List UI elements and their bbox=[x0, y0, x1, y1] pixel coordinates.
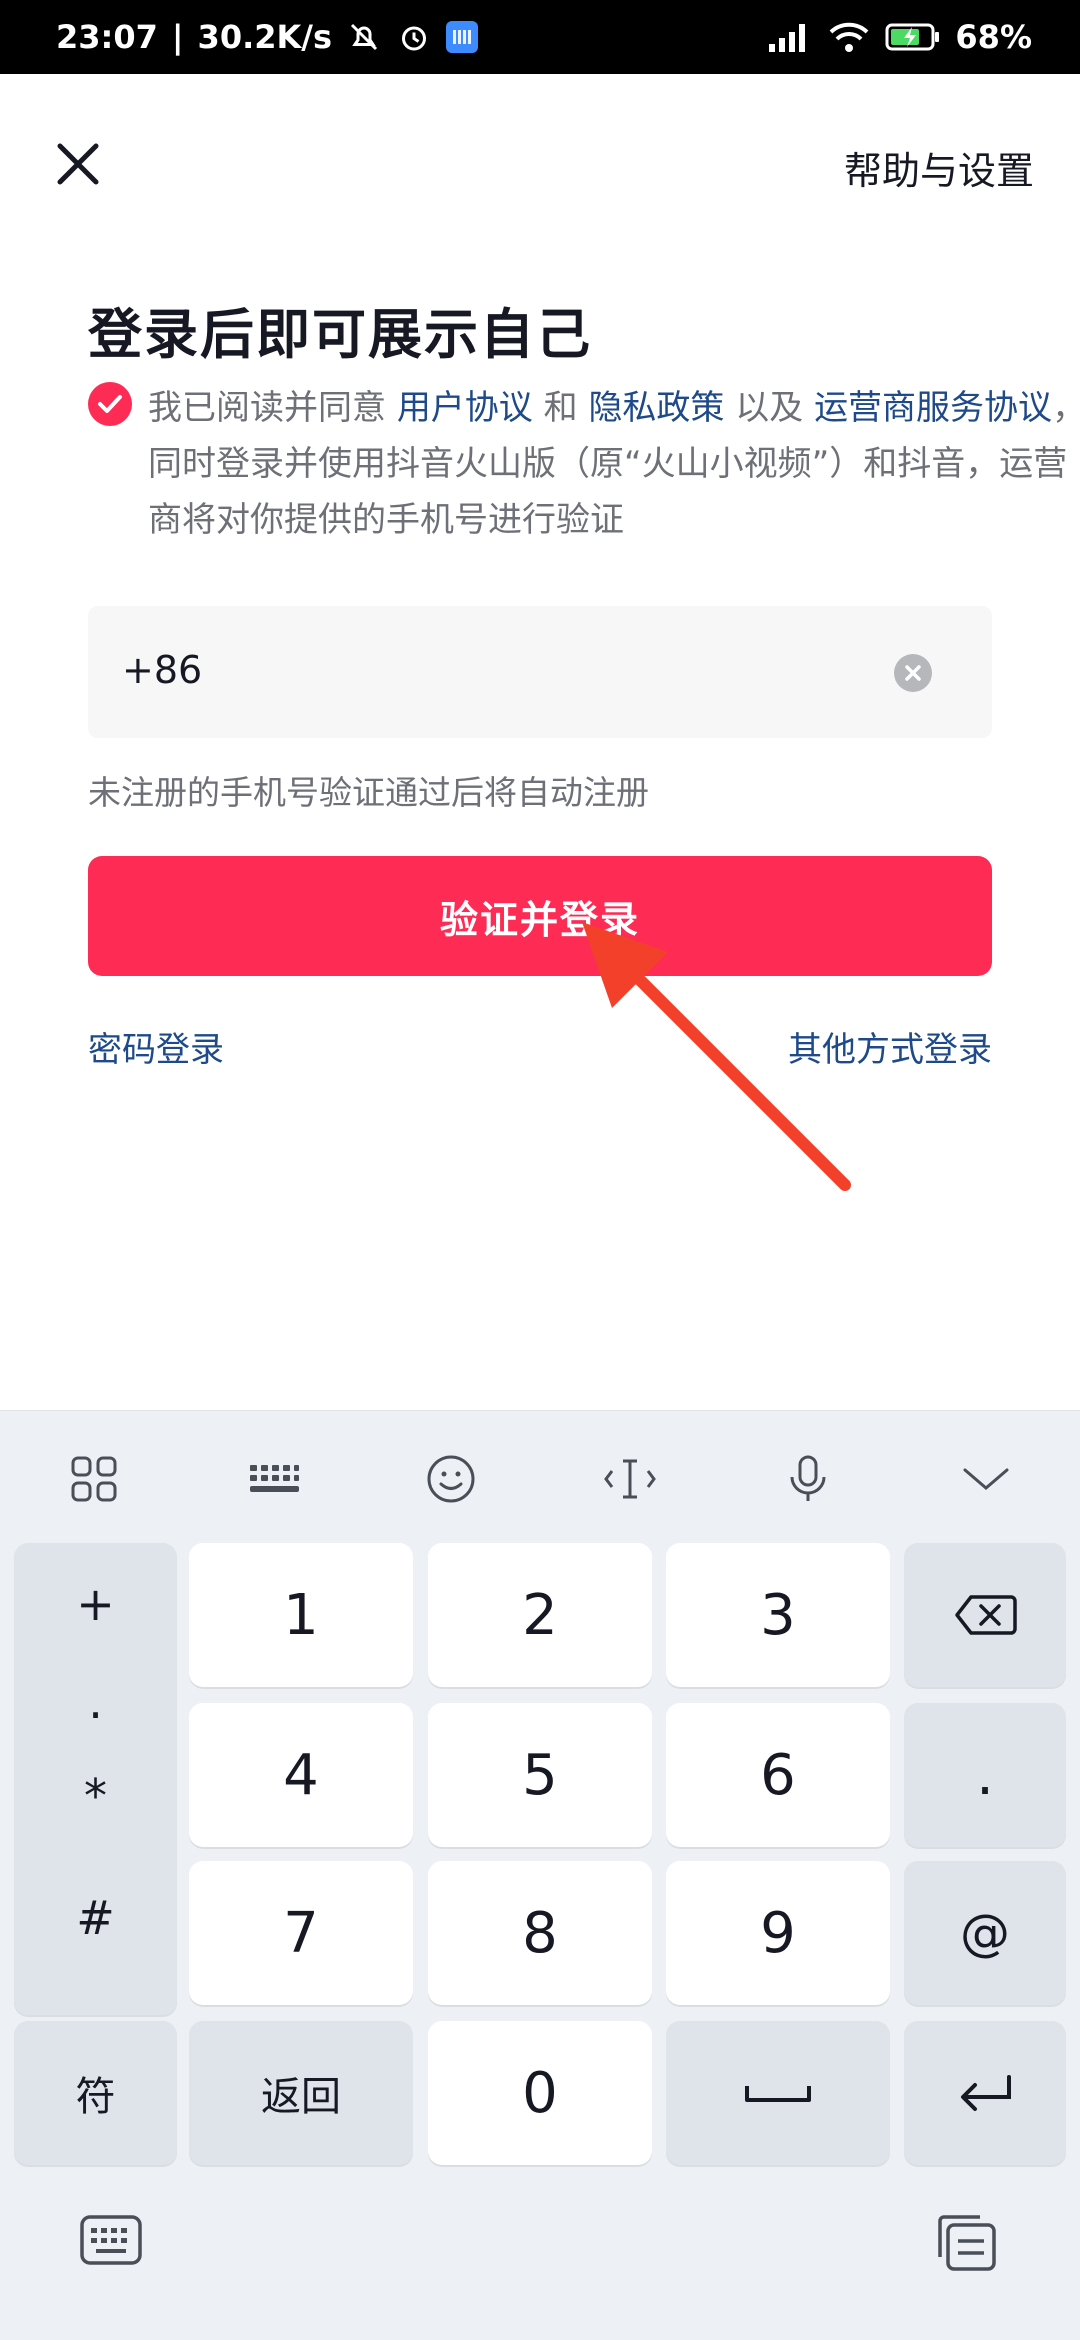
password-login-link[interactable]: 密码登录 bbox=[88, 1022, 224, 1071]
agreement-checkbox[interactable] bbox=[88, 382, 132, 426]
emoji-icon[interactable] bbox=[423, 1451, 479, 1507]
agreement-text-2: 和 bbox=[532, 388, 589, 428]
space-key[interactable] bbox=[666, 2021, 890, 2165]
wifi-icon bbox=[830, 22, 869, 52]
key-6[interactable]: 6 bbox=[666, 1703, 890, 1847]
help-settings-link[interactable]: 帮助与设置 bbox=[844, 140, 1034, 195]
keyboard-layout-icon[interactable] bbox=[246, 1451, 302, 1507]
apps-grid-icon[interactable] bbox=[66, 1451, 122, 1507]
key-4[interactable]: 4 bbox=[189, 1703, 413, 1847]
page-title: 登录后即可展示自己 bbox=[88, 303, 592, 366]
enter-icon bbox=[961, 2075, 1011, 2111]
backspace-icon bbox=[955, 1595, 1017, 1635]
cursor-move-icon[interactable] bbox=[602, 1451, 658, 1507]
clear-input-button[interactable] bbox=[894, 654, 932, 692]
collapse-keyboard-icon[interactable] bbox=[958, 1451, 1014, 1507]
key-0[interactable]: 0 bbox=[428, 2021, 652, 2165]
close-icon bbox=[57, 143, 99, 185]
battery-level: 68% bbox=[955, 18, 1032, 56]
agreement-text-1: 我已阅读并同意 bbox=[148, 388, 397, 428]
carrier-agreement-link[interactable]: 运营商服务协议 bbox=[814, 388, 1052, 428]
key-8[interactable]: 8 bbox=[428, 1861, 652, 2005]
key-2[interactable]: 2 bbox=[428, 1543, 652, 1687]
symbol-star[interactable]: * bbox=[14, 1769, 177, 1823]
microphone-icon[interactable] bbox=[780, 1451, 836, 1507]
status-bar: 23:07 | 30.2K/s 68% bbox=[0, 0, 1080, 74]
enter-key[interactable] bbox=[904, 2021, 1066, 2165]
mute-bell-icon bbox=[350, 23, 378, 51]
clear-icon bbox=[905, 665, 921, 681]
verify-login-button[interactable]: 验证并登录 bbox=[88, 856, 992, 976]
key-3[interactable]: 3 bbox=[666, 1543, 890, 1687]
symbol-dot[interactable]: . bbox=[14, 1675, 177, 1729]
other-login-link[interactable]: 其他方式登录 bbox=[788, 1022, 992, 1071]
back-key[interactable]: 返回 bbox=[189, 2021, 413, 2165]
key-1[interactable]: 1 bbox=[189, 1543, 413, 1687]
privacy-policy-link[interactable]: 隐私政策 bbox=[588, 388, 724, 428]
keyboard-switch-icon bbox=[80, 2215, 142, 2265]
battery-charging-icon bbox=[885, 23, 940, 51]
status-time: 23:07 bbox=[56, 18, 158, 56]
dot-key[interactable]: . bbox=[904, 1703, 1066, 1847]
space-icon bbox=[745, 2086, 811, 2102]
network-speed: 30.2K/s bbox=[197, 18, 333, 56]
agreement-text: 我已阅读并同意 用户协议 和 隐私政策 以及 运营商服务协议，同时登录并使用抖音… bbox=[148, 380, 1080, 548]
auto-register-hint: 未注册的手机号验证通过后将自动注册 bbox=[88, 773, 649, 812]
clipboard-icon bbox=[938, 2215, 996, 2271]
symbol-plus[interactable]: + bbox=[14, 1577, 177, 1631]
checkmark-icon bbox=[98, 395, 122, 413]
signal-icon bbox=[769, 24, 806, 52]
numeric-keyboard: + . * # 1 2 3 4 5 6 . 7 8 9 @ 符 返回 0 bbox=[0, 1410, 1080, 2340]
country-code[interactable]: +86 bbox=[122, 648, 202, 692]
clipboard-button[interactable] bbox=[934, 2211, 1000, 2275]
symbols-key[interactable]: 符 bbox=[14, 2021, 177, 2165]
status-left: 23:07 | 30.2K/s bbox=[56, 0, 479, 74]
switch-keyboard-button[interactable] bbox=[78, 2211, 144, 2271]
key-7[interactable]: 7 bbox=[189, 1861, 413, 2005]
phone-input[interactable]: +86 bbox=[88, 606, 992, 738]
close-button[interactable] bbox=[48, 134, 108, 194]
user-agreement-link[interactable]: 用户协议 bbox=[397, 388, 533, 428]
keyboard-toolbar bbox=[0, 1411, 1080, 1535]
blurred-phone-number bbox=[228, 652, 788, 692]
symbol-hash[interactable]: # bbox=[14, 1891, 177, 1945]
alarm-icon bbox=[402, 26, 427, 51]
agreement-text-3: 以及 bbox=[724, 388, 815, 428]
status-separator: | bbox=[171, 18, 184, 56]
key-5[interactable]: 5 bbox=[428, 1703, 652, 1847]
keyboard-app-icon bbox=[446, 21, 479, 53]
status-right: 68% bbox=[767, 0, 1032, 74]
backspace-key[interactable] bbox=[904, 1543, 1066, 1687]
key-9[interactable]: 9 bbox=[666, 1861, 890, 2005]
symbol-column[interactable]: + . * # bbox=[14, 1543, 177, 2015]
at-key[interactable]: @ bbox=[904, 1861, 1066, 2005]
